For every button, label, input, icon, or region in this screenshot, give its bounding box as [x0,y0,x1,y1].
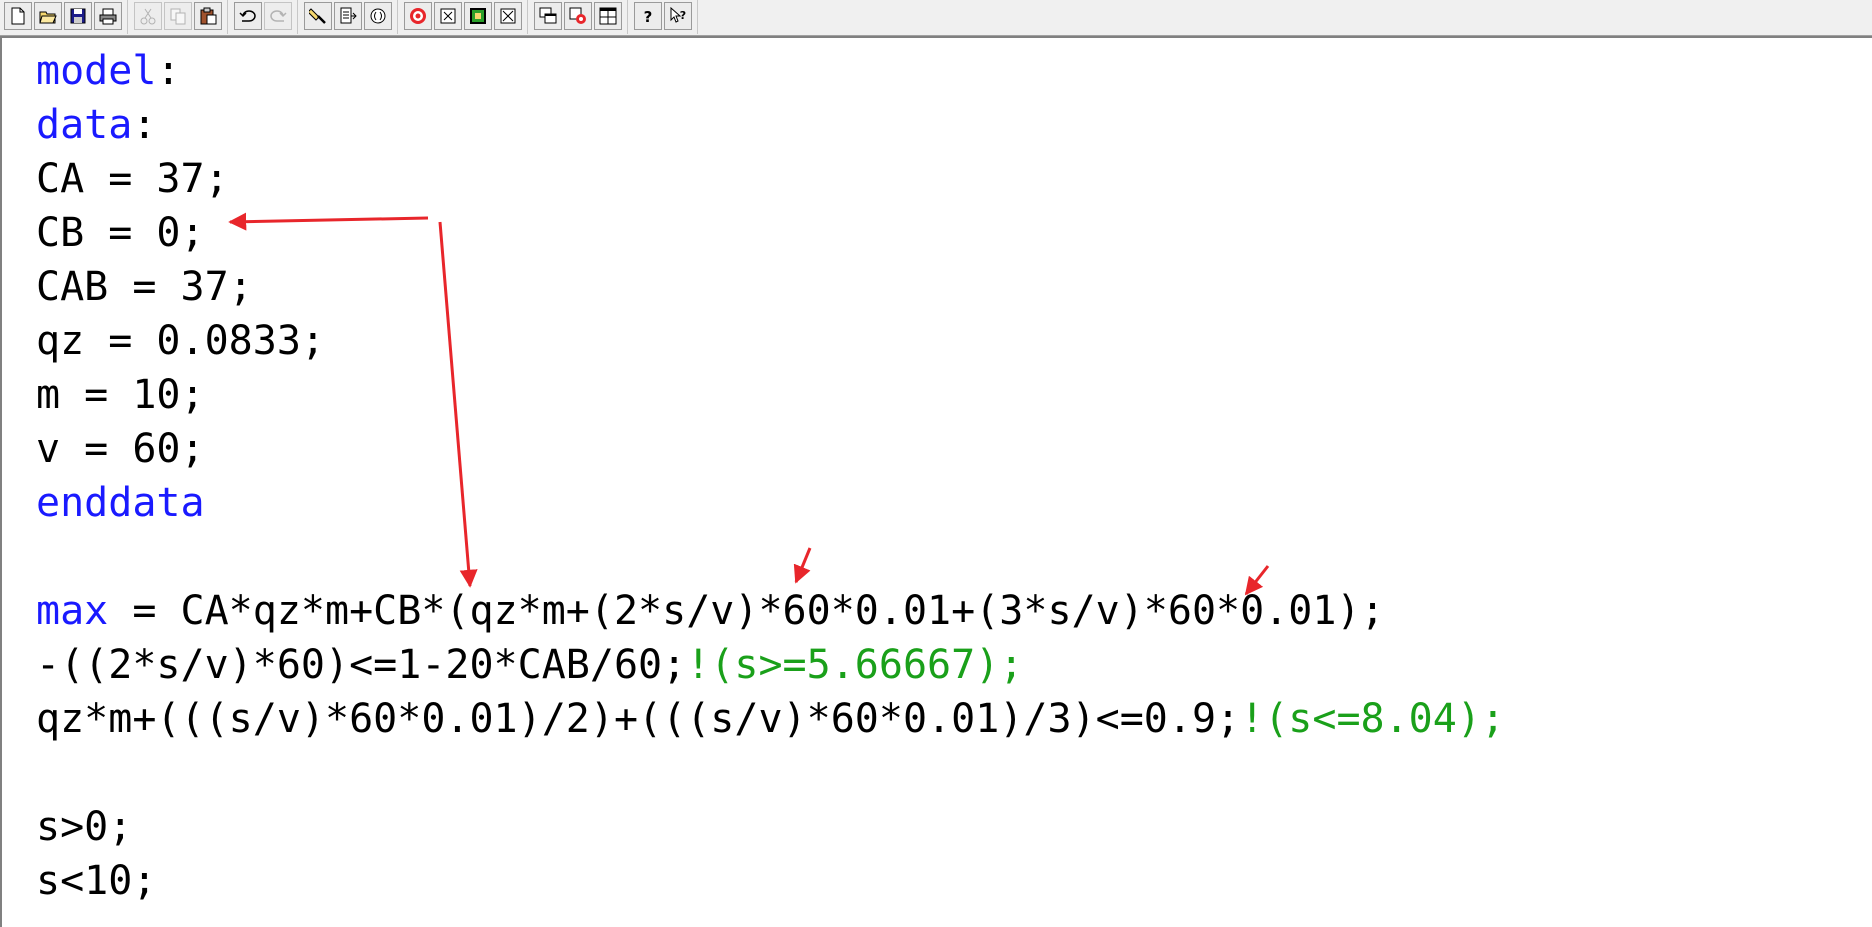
code-keyword: data [36,102,133,148]
code-editor[interactable]: model: data: CA = 37; CB = 0; CAB = 37; qz = … [0,36,1872,927]
code-text-segment: CB = 0; [36,210,205,256]
tile-button[interactable] [594,2,622,30]
toolbar-separator [627,0,628,34]
printer-icon [99,8,117,25]
solve-button[interactable] [404,2,432,30]
options-button[interactable] [564,2,592,30]
send-to-back-button[interactable] [464,2,492,30]
options-icon [569,7,586,24]
code-line: model: [36,44,1505,98]
cascade-windows-icon [539,7,557,24]
target-icon [410,8,426,24]
undo-button[interactable] [234,2,262,30]
code-keyword: model [36,48,157,94]
flashlight-icon [309,8,326,24]
code-text: model: data: CA = 37; CB = 0; CAB = 37; qz = … [36,44,1505,908]
code-text-segment: : [132,102,157,148]
new-file-button[interactable] [4,2,32,30]
cut-button[interactable] [134,2,162,30]
code-text-segment: -((2*s/v)*60)<=1-20*CAB/60; [36,642,687,688]
code-line: qz*m+(((s/v)*60*0.01)/2)+(((s/v)*60*0.01… [36,692,1505,746]
code-line: enddata [36,476,1505,530]
redo-button[interactable] [264,2,292,30]
toolbar-separator [227,0,228,34]
code-keyword: enddata [36,480,205,526]
floppy-disk-icon [70,8,86,24]
close-window-button[interactable] [494,2,522,30]
clipboard-icon [200,7,217,25]
code-comment: !(s<=8.04); [1240,696,1506,742]
code-text-segment: = CA*qz*m+CB*(qz*m+(2*s/v)*60*0.01+(3*s/… [108,588,1385,634]
code-line: max = CA*qz*m+CB*(qz*m+(2*s/v)*60*0.01+(… [36,584,1505,638]
close-solution-button[interactable] [434,2,462,30]
undo-icon [239,10,256,22]
code-line: s<10; [36,854,1505,908]
code-text-segment: m = 10; [36,372,205,418]
tile-windows-icon [599,7,617,25]
code-line: CAB = 37; [36,260,1505,314]
code-text-segment: CAB = 37; [36,264,253,310]
code-line: m = 10; [36,368,1505,422]
code-keyword: max [36,588,109,634]
toolbar-separator [527,0,528,34]
goto-line-icon [340,7,357,24]
code-line: s>0; [36,800,1505,854]
toolbar-separator [397,0,398,34]
toolbar-separator [697,0,698,34]
code-line: v = 60; [36,422,1505,476]
open-button[interactable] [34,2,62,30]
paste-button[interactable] [194,2,222,30]
scissors-icon [140,8,156,25]
goto-line-button[interactable] [334,2,362,30]
copy-button[interactable] [164,2,192,30]
new-file-icon [11,7,25,25]
pointer-help-icon: ? [670,7,686,23]
code-line: CB = 0; [36,206,1505,260]
toolbar-separator [297,0,298,34]
code-text-segment: : [156,48,181,94]
toolbar-separator [127,0,128,34]
code-line: data: [36,98,1505,152]
print-button[interactable] [94,2,122,30]
code-text-segment: qz*m+(((s/v)*60*0.01)/2)+(((s/v)*60*0.01… [36,696,1241,742]
close-box-icon [440,8,456,24]
save-button[interactable] [64,2,92,30]
match-parenthesis-button[interactable] [364,2,392,30]
code-line: qz = 0.0833; [36,314,1505,368]
help-button[interactable]: ? [634,2,662,30]
toolbar: ? ? [0,0,1872,36]
code-text-segment: CA = 37; [36,156,229,202]
code-text-segment: qz = 0.0833; [36,318,325,364]
code-line: -((2*s/v)*60)<=1-20*CAB/60;!(s>=5.66667)… [36,638,1505,692]
svg-text:?: ? [680,9,686,22]
code-line: CA = 37; [36,152,1505,206]
code-comment: !(s>=5.66667); [686,642,1024,688]
close-box-icon [500,8,516,24]
find-button[interactable] [304,2,332,30]
code-text-segment: v = 60; [36,426,205,472]
copy-icon [170,8,186,25]
window-back-icon [470,8,486,24]
parenthesis-icon [370,8,386,24]
question-icon: ? [644,8,653,25]
code-text-segment: s>0; [36,804,133,850]
code-text-segment: s<10; [36,858,157,904]
context-help-button[interactable]: ? [664,2,692,30]
folder-open-icon [39,11,57,24]
cascade-button[interactable] [534,2,562,30]
svg-text:?: ? [644,8,653,25]
redo-icon [270,10,287,22]
